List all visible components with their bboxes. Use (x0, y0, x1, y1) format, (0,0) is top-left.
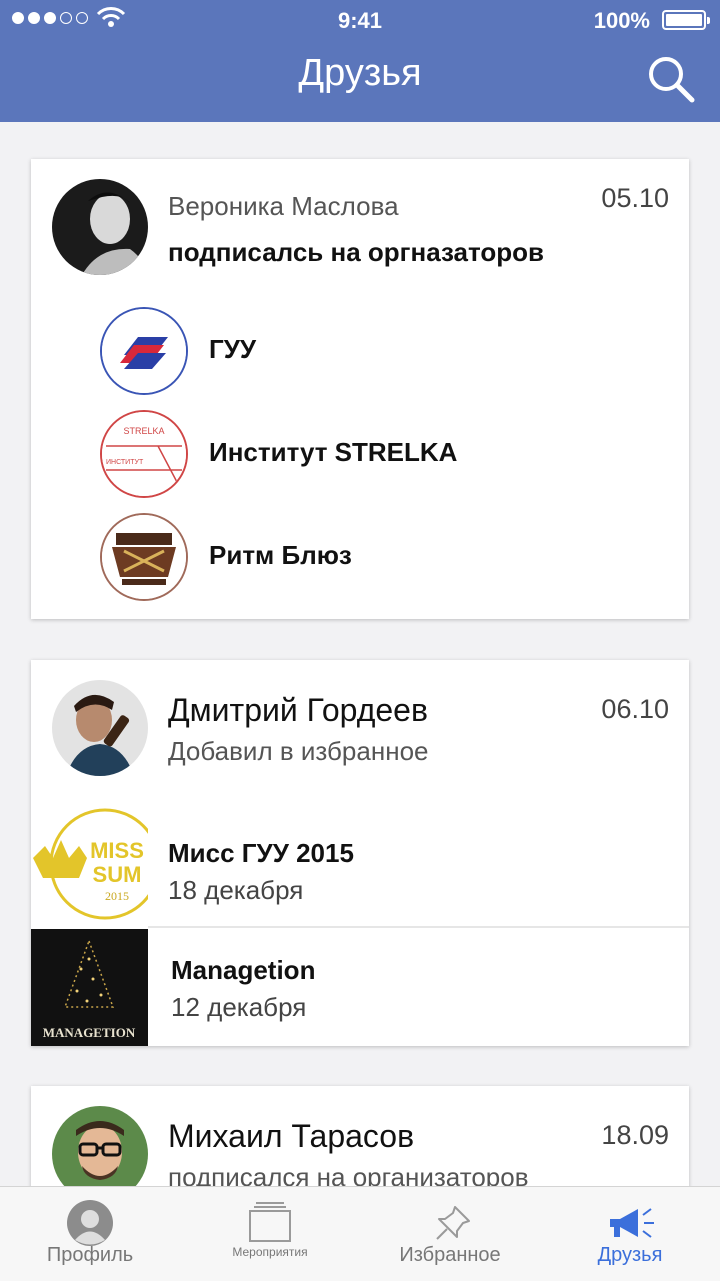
search-icon[interactable] (646, 54, 696, 104)
pin-icon (436, 1206, 470, 1240)
tab-friends[interactable]: Друзья (540, 1187, 720, 1281)
org-name[interactable]: ГУУ (209, 334, 256, 365)
tab-label: Избранное (399, 1244, 501, 1266)
logo-text: 2015 (105, 889, 129, 903)
tab-events[interactable]: Мероприятия (180, 1187, 360, 1281)
events-icon (249, 1202, 291, 1242)
org-name[interactable]: Институт STRELKA (209, 437, 457, 468)
activity-date: 05.10 (601, 183, 669, 213)
profile-icon (67, 1200, 113, 1246)
feed-card[interactable]: Вероника Маслова подписалсь на оргназато… (31, 159, 689, 619)
logo-text: MISS (90, 838, 144, 863)
event-image[interactable]: MISS SUM 2015 (31, 806, 148, 923)
battery-icon (662, 10, 710, 30)
event-title[interactable]: Мисс ГУУ 2015 (168, 838, 354, 869)
friend-name[interactable]: Михаил Тарасов (168, 1118, 414, 1155)
activity-text: подписалсь на оргназаторов (168, 237, 545, 267)
logo-text: STRELKA (123, 426, 164, 436)
status-bar: 9:41 100% (0, 0, 720, 40)
tab-label: Профиль (46, 1244, 134, 1266)
logo-text: MANAGETION (43, 1025, 136, 1040)
friend-name[interactable]: Дмитрий Гордеев (168, 692, 428, 729)
avatar[interactable] (52, 680, 148, 776)
org-logo[interactable] (100, 307, 188, 395)
nav-header: 9:41 100% Друзья (0, 0, 720, 122)
org-logo[interactable] (100, 513, 188, 601)
tab-label: Мероприятия (232, 1245, 308, 1259)
org-name[interactable]: Ритм Блюз (209, 540, 352, 571)
feed-card[interactable]: Дмитрий Гордеев Добавил в избранное 06.1… (31, 660, 689, 1046)
logo-text: SUM (93, 862, 142, 887)
org-logo[interactable]: STRELKA ИНСТИТУТ (100, 410, 188, 498)
tab-label: Друзья (597, 1244, 663, 1266)
battery-percent: 100% (593, 8, 650, 33)
event-date: 12 декабря (171, 992, 307, 1022)
activity-date: 18.09 (601, 1120, 669, 1150)
event-title[interactable]: Managetion (171, 955, 315, 986)
activity-date: 06.10 (601, 694, 669, 724)
tab-favorites[interactable]: Избранное (360, 1187, 540, 1281)
event-image[interactable]: MANAGETION (31, 929, 148, 1046)
megaphone-icon (610, 1208, 654, 1238)
page-title: Друзья (298, 52, 422, 94)
activity-text: Добавил в избранное (168, 736, 429, 766)
divider (148, 926, 689, 928)
friend-name[interactable]: Вероника Маслова (168, 191, 399, 222)
tab-profile[interactable]: Профиль (0, 1187, 180, 1281)
event-date: 18 декабря (168, 875, 304, 905)
tab-bar: Профиль Мероприятия Избранное Друзья (0, 1186, 720, 1281)
logo-text: ИНСТИТУТ (106, 459, 144, 466)
avatar[interactable] (52, 179, 148, 275)
